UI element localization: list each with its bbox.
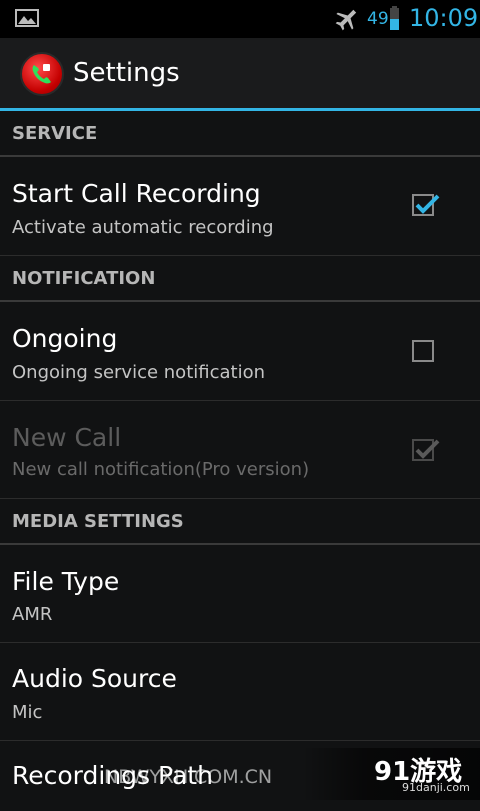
watermark-logo: 91游戏 91danji.com bbox=[302, 748, 480, 800]
pref-file-type[interactable]: File Type AMR bbox=[0, 545, 480, 643]
pref-summary: AMR bbox=[12, 604, 53, 625]
pref-summary: Ongoing service notification bbox=[12, 362, 265, 383]
pref-title: Start Call Recording bbox=[12, 179, 261, 208]
status-bar: 49 10:09 bbox=[0, 0, 480, 38]
airplane-mode-icon bbox=[335, 9, 357, 31]
clock: 10:09 bbox=[409, 4, 479, 32]
pref-title: Audio Source bbox=[12, 664, 177, 693]
start-recording-checkbox[interactable] bbox=[412, 194, 440, 216]
pref-summary: New call notification(Pro version) bbox=[12, 459, 310, 480]
checkmark-icon bbox=[415, 439, 440, 459]
pref-title: New Call bbox=[12, 423, 122, 452]
image-icon bbox=[15, 9, 39, 27]
section-header-media-settings: MEDIA SETTINGS bbox=[0, 499, 480, 545]
pref-start-call-recording[interactable]: Start Call Recording Activate automatic … bbox=[0, 157, 480, 256]
checkmark-icon bbox=[415, 194, 440, 214]
page-title: Settings bbox=[73, 58, 180, 88]
section-header-notification: NOTIFICATION bbox=[0, 256, 480, 302]
action-bar: Settings bbox=[0, 38, 480, 111]
pref-audio-source[interactable]: Audio Source Mic bbox=[0, 643, 480, 741]
pref-new-call: New Call New call notification(Pro versi… bbox=[0, 401, 480, 499]
watermark-logo-sub: 91danji.com bbox=[402, 781, 470, 794]
settings-list: SERVICE Start Call Recording Activate au… bbox=[0, 111, 480, 811]
call-recorder-icon[interactable] bbox=[20, 52, 64, 96]
watermark: NBWYXH.COM.CN 91游戏 91danji.com bbox=[0, 748, 480, 800]
pref-title: Ongoing bbox=[12, 324, 118, 353]
pref-summary: Activate automatic recording bbox=[12, 217, 274, 238]
ongoing-checkbox[interactable] bbox=[412, 340, 434, 362]
watermark-text: NBWYXH.COM.CN bbox=[104, 766, 273, 788]
section-header-service: SERVICE bbox=[0, 111, 480, 157]
battery-level: 49 bbox=[367, 9, 389, 29]
battery-icon bbox=[390, 6, 399, 30]
pref-summary: Mic bbox=[12, 702, 43, 723]
pref-ongoing[interactable]: Ongoing Ongoing service notification bbox=[0, 302, 480, 401]
pref-title: File Type bbox=[12, 567, 120, 596]
new-call-checkbox bbox=[412, 439, 440, 461]
